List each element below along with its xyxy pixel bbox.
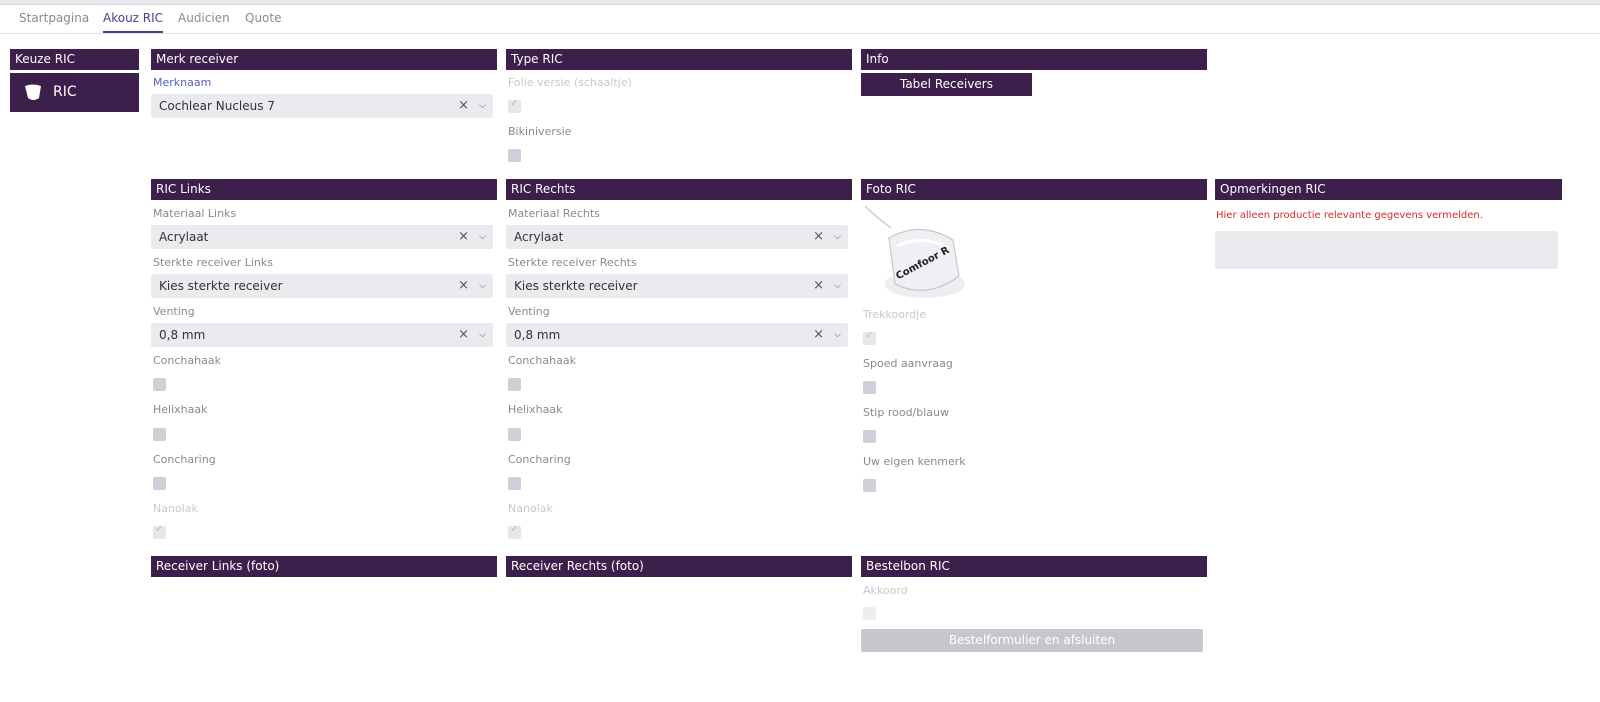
clear-icon[interactable]: ×: [458, 274, 469, 298]
materiaal-rechts-value: Acrylaat: [514, 230, 564, 244]
type-ric-header: Type RIC: [506, 49, 852, 70]
earpiece-icon: [25, 84, 41, 100]
tabel-receivers-button[interactable]: Tabel Receivers: [861, 73, 1032, 96]
conchahaak-links-checkbox[interactable]: [153, 378, 166, 391]
check-icon: ✓: [510, 524, 519, 535]
helixhaak-links-label: Helixhaak: [153, 403, 208, 416]
chevron-down-icon[interactable]: ⌵: [834, 274, 841, 298]
bestelbon-ric-header: Bestelbon RIC: [861, 556, 1207, 577]
chevron-down-icon[interactable]: ⌵: [834, 225, 841, 249]
sterkte-links-label: Sterkte receiver Links: [153, 256, 274, 269]
helixhaak-links-checkbox[interactable]: [153, 428, 166, 441]
concharing-rechts-checkbox[interactable]: [508, 477, 521, 490]
merknaam-label: Merknaam: [153, 76, 212, 89]
concharing-links-checkbox[interactable]: [153, 477, 166, 490]
ric-choice-tile[interactable]: RIC: [10, 73, 139, 112]
check-icon: ✓: [155, 524, 164, 535]
conchahaak-rechts-label: Conchahaak: [508, 354, 576, 367]
materiaal-links-label: Materiaal Links: [153, 207, 237, 220]
sterkte-rechts-select[interactable]: Kies sterkte receiver × ⌵: [506, 274, 848, 298]
tab-bar: Startpagina Akouz RIC Audicien Quote: [0, 8, 1600, 34]
bikiniversie-label: Bikiniversie: [508, 125, 572, 138]
receiver-links-foto-header: Receiver Links (foto): [151, 556, 497, 577]
bestelformulier-afsluiten-button[interactable]: Bestelformulier en afsluiten: [861, 629, 1203, 652]
materiaal-links-select[interactable]: Acrylaat × ⌵: [151, 225, 493, 249]
chevron-down-icon[interactable]: ⌵: [479, 225, 486, 249]
venting-rechts-value: 0,8 mm: [514, 328, 561, 342]
receiver-rechts-foto-header: Receiver Rechts (foto): [506, 556, 852, 577]
clear-icon[interactable]: ×: [458, 323, 469, 347]
ric-product-photo: Comfoor R: [861, 202, 969, 302]
sterkte-rechts-label: Sterkte receiver Rechts: [508, 256, 637, 269]
clear-icon[interactable]: ×: [813, 225, 824, 249]
materiaal-rechts-select[interactable]: Acrylaat × ⌵: [506, 225, 848, 249]
bikiniversie-checkbox[interactable]: [508, 149, 521, 162]
venting-rechts-label: Venting: [508, 305, 550, 318]
eigen-kenmerk-checkbox[interactable]: [863, 479, 876, 492]
conchahaak-rechts-checkbox[interactable]: [508, 378, 521, 391]
check-icon: ✓: [865, 330, 874, 341]
tab-akouz-ric[interactable]: Akouz RIC: [103, 11, 164, 33]
keuze-ric-header: Keuze RIC: [10, 49, 139, 70]
sterkte-links-value: Kies sterkte receiver: [159, 279, 283, 293]
nanolak-rechts-label: Nanolak: [508, 502, 553, 515]
chevron-down-icon[interactable]: ⌵: [479, 274, 486, 298]
tab-quote[interactable]: Quote: [245, 11, 281, 31]
venting-rechts-select[interactable]: 0,8 mm × ⌵: [506, 323, 848, 347]
chevron-down-icon[interactable]: ⌵: [479, 323, 486, 347]
eigen-kenmerk-label: Uw eigen kenmerk: [863, 455, 966, 468]
nanolak-links-checkbox[interactable]: ✓: [153, 524, 166, 539]
helixhaak-rechts-label: Helixhaak: [508, 403, 563, 416]
opmerkingen-warning: Hier alleen productie relevante gegevens…: [1216, 210, 1483, 221]
trekkoordje-label: Trekkoordje: [863, 308, 927, 321]
ric-rechts-header: RIC Rechts: [506, 179, 852, 200]
clear-icon[interactable]: ×: [813, 323, 824, 347]
ric-links-header: RIC Links: [151, 179, 497, 200]
foto-ric-header: Foto RIC: [861, 179, 1207, 200]
concharing-links-label: Concharing: [153, 453, 216, 466]
venting-links-select[interactable]: 0,8 mm × ⌵: [151, 323, 493, 347]
chevron-down-icon[interactable]: ⌵: [834, 323, 841, 347]
clear-icon[interactable]: ×: [458, 225, 469, 249]
akkoord-label: Akkoord: [863, 584, 908, 597]
top-border: [0, 0, 1600, 5]
info-header: Info: [861, 49, 1207, 70]
stip-rood-blauw-checkbox[interactable]: [863, 430, 876, 443]
materiaal-links-value: Acrylaat: [159, 230, 209, 244]
nanolak-rechts-checkbox[interactable]: ✓: [508, 524, 521, 539]
merknaam-select[interactable]: Cochlear Nucleus 7 × ⌵: [151, 94, 493, 118]
chevron-down-icon[interactable]: ⌵: [479, 94, 486, 118]
merknaam-value: Cochlear Nucleus 7: [159, 99, 275, 113]
helixhaak-rechts-checkbox[interactable]: [508, 428, 521, 441]
sterkte-rechts-value: Kies sterkte receiver: [514, 279, 638, 293]
trekkoordje-checkbox[interactable]: ✓: [863, 330, 876, 345]
tab-audicien[interactable]: Audicien: [178, 11, 230, 31]
folie-versie-label: Folie versie (schaaltje): [508, 76, 632, 89]
akkoord-checkbox[interactable]: [863, 607, 876, 620]
spoed-aanvraag-label: Spoed aanvraag: [863, 357, 953, 370]
opmerkingen-textarea[interactable]: [1215, 231, 1558, 269]
venting-links-value: 0,8 mm: [159, 328, 206, 342]
opmerkingen-ric-header: Opmerkingen RIC: [1215, 179, 1562, 200]
check-icon: ✓: [510, 98, 519, 109]
merk-receiver-header: Merk receiver: [151, 49, 497, 70]
clear-icon[interactable]: ×: [458, 94, 469, 118]
nanolak-links-label: Nanolak: [153, 502, 198, 515]
conchahaak-links-label: Conchahaak: [153, 354, 221, 367]
sterkte-links-select[interactable]: Kies sterkte receiver × ⌵: [151, 274, 493, 298]
ric-tile-label: RIC: [53, 84, 77, 100]
spoed-aanvraag-checkbox[interactable]: [863, 381, 876, 394]
clear-icon[interactable]: ×: [813, 274, 824, 298]
folie-versie-checkbox[interactable]: ✓: [508, 98, 521, 113]
concharing-rechts-label: Concharing: [508, 453, 571, 466]
materiaal-rechts-label: Materiaal Rechts: [508, 207, 600, 220]
venting-links-label: Venting: [153, 305, 195, 318]
stip-rood-blauw-label: Stip rood/blauw: [863, 406, 950, 419]
tab-startpagina[interactable]: Startpagina: [19, 11, 89, 31]
